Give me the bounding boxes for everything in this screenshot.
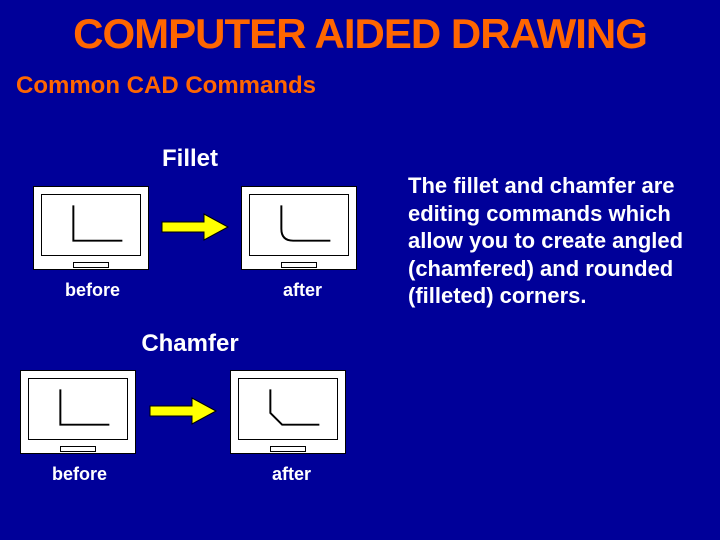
caption-chamfer-after: after [272,464,311,485]
body-text: The fillet and chamfer are editing comma… [408,172,698,310]
arrow-icon [160,212,230,242]
monitor-base [73,262,109,268]
caption-fillet-after: after [283,280,322,301]
page-title: COMPUTER AIDED DRAWING [0,0,720,58]
monitor-screen [249,194,349,256]
section-label-chamfer: Chamfer [130,330,250,358]
fillet-before-icon [42,195,140,255]
caption-chamfer-before: before [52,464,107,485]
monitor-base [270,446,306,452]
caption-fillet-before: before [65,280,120,301]
monitor-screen [28,378,128,440]
chamfer-after-icon [239,379,337,439]
monitor-chamfer-after [230,370,346,454]
monitor-screen [41,194,141,256]
monitor-base [281,262,317,268]
monitor-base [60,446,96,452]
section-label-fillet: Fillet [130,145,250,173]
monitor-fillet-after [241,186,357,270]
fillet-after-icon [250,195,348,255]
chamfer-before-icon [29,379,127,439]
arrow-icon [148,396,218,426]
page-subtitle: Common CAD Commands [0,58,720,100]
monitor-chamfer-before [20,370,136,454]
monitor-screen [238,378,338,440]
monitor-fillet-before [33,186,149,270]
